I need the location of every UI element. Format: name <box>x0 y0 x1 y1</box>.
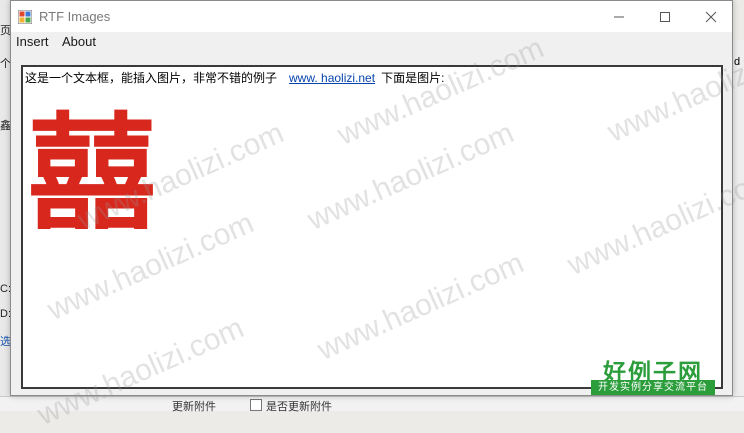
double-happiness-image: 囍 <box>28 107 156 229</box>
rich-text-after: 下面是图片: <box>381 71 445 85</box>
menu-about[interactable]: About <box>62 34 96 49</box>
maximize-button[interactable] <box>642 1 688 32</box>
close-button[interactable] <box>688 1 734 32</box>
bg-fragment: d <box>734 56 741 68</box>
rich-text-line: 这是一个文本框，能插入图片，非常不错的例子 www. haolizi.net 下面是… <box>25 69 444 86</box>
minimize-button[interactable] <box>596 1 642 32</box>
app-icon <box>18 10 32 24</box>
window-title: RTF Images <box>39 9 111 24</box>
logo-title: 好例子网 <box>603 360 703 386</box>
bg-update-label: 更新附件 <box>172 401 216 413</box>
menu-bar: Insert About <box>11 32 732 52</box>
bg-update-checkbox-label: 是否更新附件 <box>266 401 332 413</box>
menu-insert[interactable]: Insert <box>16 34 49 49</box>
double-happiness-glyph: 囍 <box>28 107 156 229</box>
logo-subtitle: 开发实例分享交流平台 <box>591 380 715 395</box>
rtf-images-window: RTF Images Insert About 这是一个文本框，能插入图片，非常… <box>10 0 733 396</box>
close-icon <box>705 11 717 22</box>
bg-update-checkbox[interactable] <box>250 399 262 411</box>
title-bar[interactable]: RTF Images <box>11 1 732 32</box>
site-logo-watermark: 好例子网 开发实例分享交流平台 <box>591 353 715 401</box>
rich-text-intro: 这是一个文本框，能插入图片，非常不错的例子 <box>25 71 278 85</box>
maximize-icon <box>660 11 670 22</box>
minimize-icon <box>614 16 624 17</box>
rich-text-box[interactable]: 这是一个文本框，能插入图片，非常不错的例子 www. haolizi.net 下面是… <box>21 65 723 389</box>
rich-text-link[interactable]: www. haolizi.net <box>289 71 375 85</box>
